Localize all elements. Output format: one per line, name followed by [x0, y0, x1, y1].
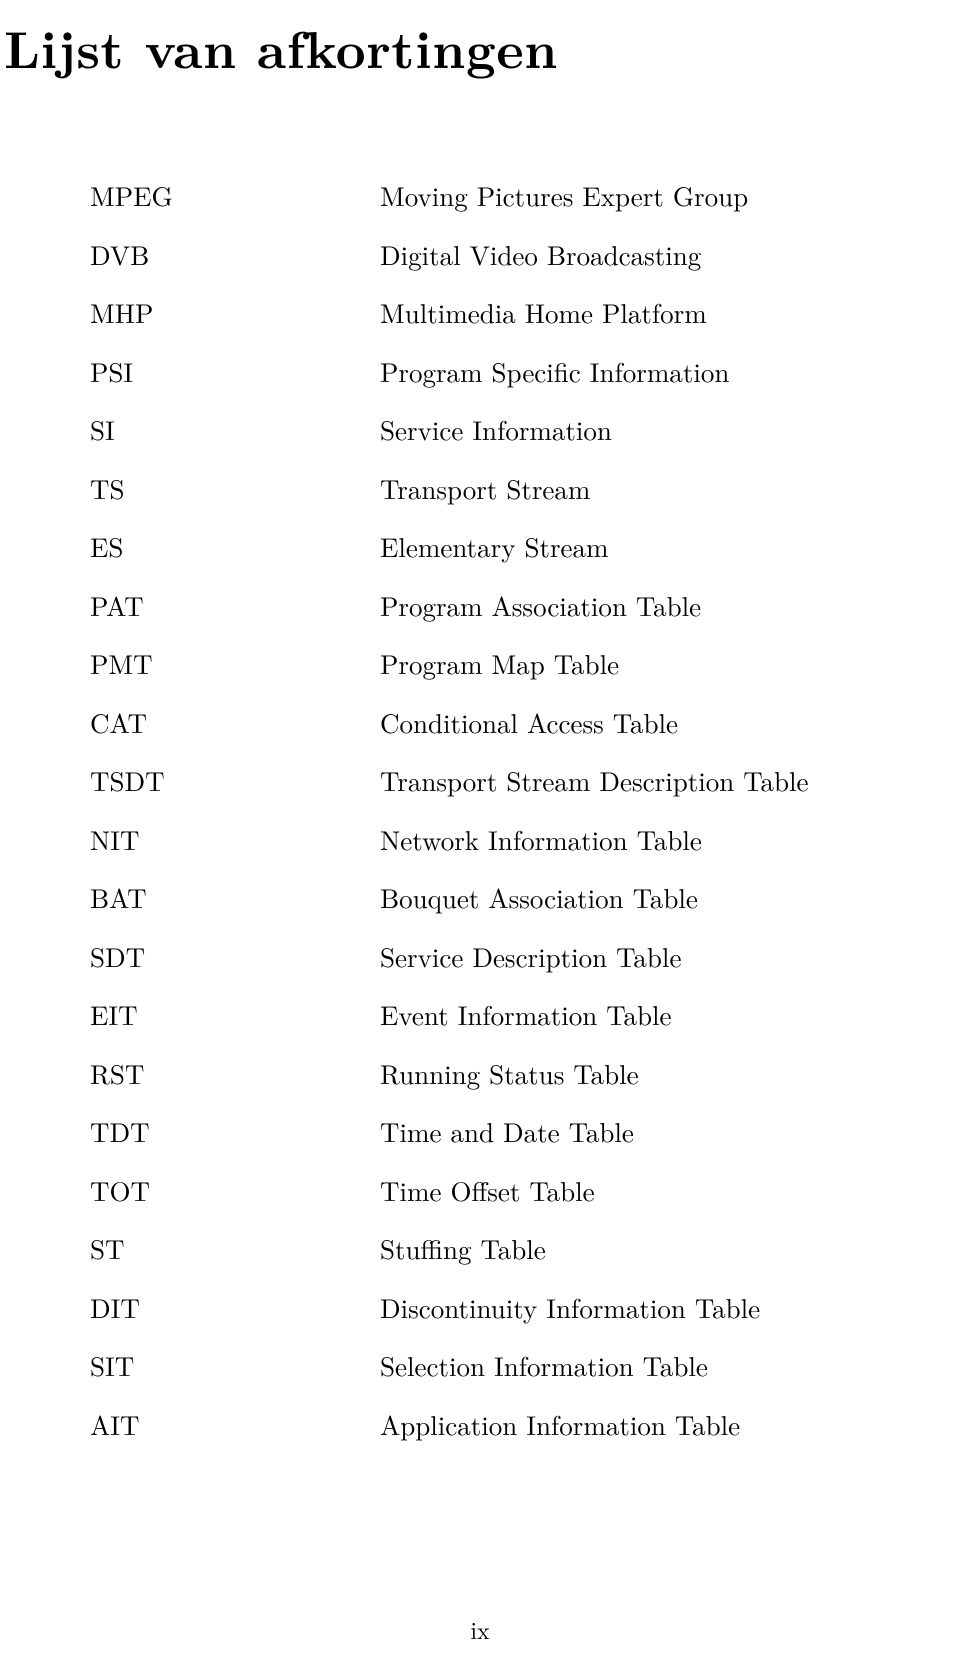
description: Program Map Table — [380, 650, 619, 677]
abbreviation: TSDT — [90, 767, 380, 794]
description: Multimedia Home Platform — [380, 299, 707, 326]
list-item: DVBDigital Video Broadcasting — [90, 241, 954, 268]
description: Elementary Stream — [380, 533, 609, 560]
description: Discontinuity Information Table — [380, 1294, 760, 1321]
abbreviation: RST — [90, 1060, 380, 1087]
description: Network Information Table — [380, 826, 702, 853]
page-title: Lijst van afkortingen — [4, 10, 954, 84]
description: Transport Stream — [380, 475, 590, 502]
list-item: DITDiscontinuity Information Table — [90, 1294, 954, 1321]
abbreviation: SIT — [90, 1352, 380, 1379]
description: Service Description Table — [380, 943, 681, 970]
abbreviation: DVB — [90, 241, 380, 268]
page-number: ix — [0, 1612, 960, 1646]
list-item: RSTRunning Status Table — [90, 1060, 954, 1087]
abbreviation: SI — [90, 416, 380, 443]
description: Conditional Access Table — [380, 709, 678, 736]
list-item: PMTProgram Map Table — [90, 650, 954, 677]
list-item: TDTTime and Date Table — [90, 1118, 954, 1145]
list-item: AITApplication Information Table — [90, 1411, 954, 1438]
list-item: MPEGMoving Pictures Expert Group — [90, 182, 954, 209]
abbreviation: CAT — [90, 709, 380, 736]
list-item: ESElementary Stream — [90, 533, 954, 560]
description: Program Association Table — [380, 592, 701, 619]
abbreviation: BAT — [90, 884, 380, 911]
description: Selection Information Table — [380, 1352, 708, 1379]
list-item: PSIProgram Specific Information — [90, 358, 954, 385]
abbreviation: MHP — [90, 299, 380, 326]
list-item: SIService Information — [90, 416, 954, 443]
description: Stuffing Table — [380, 1235, 546, 1262]
abbreviation: ST — [90, 1235, 380, 1262]
description: Program Specific Information — [380, 358, 729, 385]
description: Transport Stream Description Table — [380, 767, 809, 794]
list-item: SDTService Description Table — [90, 943, 954, 970]
abbreviation: NIT — [90, 826, 380, 853]
abbreviation: SDT — [90, 943, 380, 970]
abbreviation: DIT — [90, 1294, 380, 1321]
list-item: CATConditional Access Table — [90, 709, 954, 736]
abbreviation: PSI — [90, 358, 380, 385]
abbreviation-list: MPEGMoving Pictures Expert Group DVBDigit… — [90, 182, 954, 1438]
abbreviation: TOT — [90, 1177, 380, 1204]
description: Running Status Table — [380, 1060, 639, 1087]
page: Lijst van afkortingen MPEGMoving Picture… — [0, 0, 960, 1666]
description: Application Information Table — [380, 1411, 740, 1438]
abbreviation: EIT — [90, 1001, 380, 1028]
abbreviation: ES — [90, 533, 380, 560]
list-item: MHPMultimedia Home Platform — [90, 299, 954, 326]
abbreviation: AIT — [90, 1411, 380, 1438]
abbreviation: PAT — [90, 592, 380, 619]
list-item: EITEvent Information Table — [90, 1001, 954, 1028]
list-item: NITNetwork Information Table — [90, 826, 954, 853]
list-item: SITSelection Information Table — [90, 1352, 954, 1379]
description: Bouquet Association Table — [380, 884, 698, 911]
description: Digital Video Broadcasting — [380, 241, 701, 268]
abbreviation: MPEG — [90, 182, 380, 209]
list-item: TOTTime Offset Table — [90, 1177, 954, 1204]
abbreviation: PMT — [90, 650, 380, 677]
list-item: BATBouquet Association Table — [90, 884, 954, 911]
description: Moving Pictures Expert Group — [380, 182, 748, 209]
list-item: PATProgram Association Table — [90, 592, 954, 619]
description: Service Information — [380, 416, 612, 443]
list-item: TSDTTransport Stream Description Table — [90, 767, 954, 794]
description: Event Information Table — [380, 1001, 672, 1028]
description: Time Offset Table — [380, 1177, 595, 1204]
abbreviation: TS — [90, 475, 380, 502]
description: Time and Date Table — [380, 1118, 634, 1145]
list-item: TSTransport Stream — [90, 475, 954, 502]
abbreviation: TDT — [90, 1118, 380, 1145]
list-item: STStuffing Table — [90, 1235, 954, 1262]
